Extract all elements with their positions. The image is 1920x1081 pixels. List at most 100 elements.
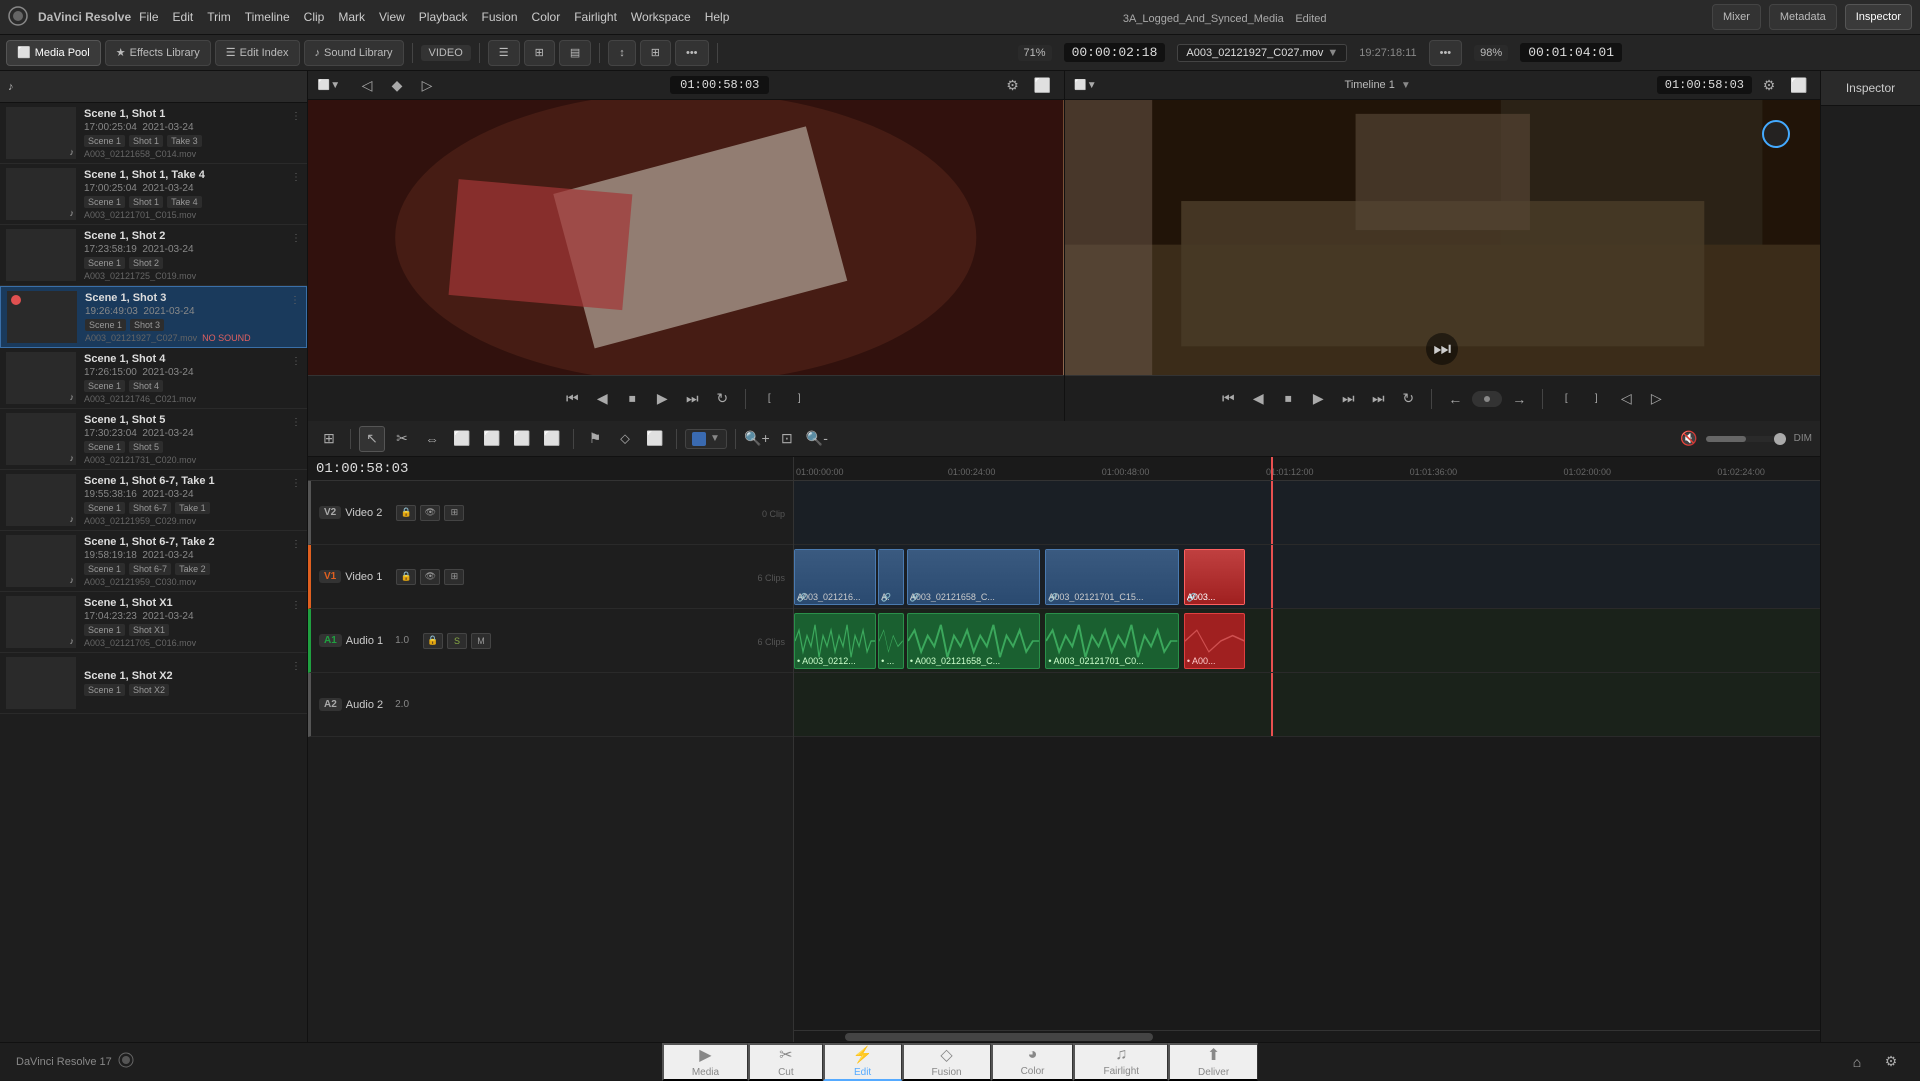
nav-deliver[interactable]: ⬆ Deliver (1168, 1043, 1258, 1081)
filename-dropdown-icon[interactable]: ▼ (1327, 47, 1338, 59)
prog-play[interactable]: ▶ (1305, 386, 1331, 412)
more-btn[interactable]: ••• (675, 40, 709, 66)
view-grid[interactable]: ⊞ (524, 40, 555, 66)
list-item[interactable]: Scene 1, Shot 2 17:23:58:19 2021-03-24 S… (0, 225, 307, 286)
view-list[interactable]: ☰ (488, 40, 520, 66)
source-view-options[interactable]: ⬜▼ (316, 72, 342, 98)
item-more-icon[interactable]: ⋮ (290, 295, 300, 306)
list-item[interactable]: ♪ Scene 1, Shot X1 17:04:23:23 2021-03-2… (0, 592, 307, 653)
audio-clip[interactable]: • A003_02121701_C0... (1045, 613, 1178, 669)
video-clip[interactable]: 🔗 A. (878, 549, 904, 605)
nav-color[interactable]: ◕ Color (991, 1043, 1074, 1081)
source-out-mark[interactable]: ] (786, 386, 812, 412)
nav-fusion[interactable]: ◇ Fusion (902, 1043, 991, 1081)
ripple-tool[interactable]: ⬜ (509, 426, 535, 452)
menu-mark[interactable]: Mark (338, 10, 365, 24)
prog-stop[interactable]: ⏹ (1275, 386, 1301, 412)
menu-color[interactable]: Color (532, 10, 561, 24)
jog-fwd[interactable]: → (1506, 386, 1532, 412)
source-in-mark[interactable]: [ (756, 386, 782, 412)
prog-last-frame[interactable]: ⏭ (1365, 386, 1391, 412)
menu-fusion[interactable]: Fusion (482, 10, 518, 24)
list-item[interactable]: ♪ Scene 1, Shot 6-7, Take 2 19:58:19:18 … (0, 531, 307, 592)
video-clip[interactable]: 🔗 A003_02121658_C... (907, 549, 1040, 605)
sort-btn[interactable]: ↕ (608, 40, 636, 66)
nav-edit[interactable]: ⚡ Edit (823, 1043, 902, 1081)
scroll-thumb[interactable] (845, 1033, 1153, 1041)
source-play[interactable]: ▶ (649, 386, 675, 412)
menu-playback[interactable]: Playback (419, 10, 468, 24)
item-more-icon[interactable]: ⋮ (291, 356, 301, 367)
source-play-reverse[interactable]: ◀ (589, 386, 615, 412)
prog-settings[interactable]: ⚙ (1756, 72, 1782, 98)
source-marker[interactable]: ◆ (384, 72, 410, 98)
next-frame-button[interactable]: ⏭ (1426, 333, 1458, 365)
menu-edit[interactable]: Edit (173, 10, 194, 24)
jog-back[interactable]: ← (1442, 386, 1468, 412)
source-stop[interactable]: ⏹ (619, 386, 645, 412)
track-color-selector[interactable]: ▼ (685, 429, 727, 449)
track-v2-lock[interactable]: 🔒 (396, 505, 416, 521)
timeline-scrollbar[interactable] (794, 1030, 1820, 1042)
source-loop[interactable]: ↻ (709, 386, 735, 412)
list-item[interactable]: Scene 1, Shot X2 Scene 1 Shot X2 ⋮ (0, 653, 307, 714)
nav-fairlight[interactable]: ♫ Fairlight (1073, 1043, 1168, 1081)
prog-next-frame[interactable]: ⏭ (1335, 386, 1361, 412)
insert-tool[interactable]: ⬜ (449, 426, 475, 452)
edit-index-button[interactable]: ☰ Edit Index (215, 40, 300, 66)
item-more-icon[interactable]: ⋮ (291, 417, 301, 428)
timeline-snap[interactable]: ⊞ (316, 426, 342, 452)
track-v2-eye[interactable]: 👁 (420, 505, 440, 521)
item-more-icon[interactable]: ⋮ (291, 600, 301, 611)
zoom-in[interactable]: 🔍+ (744, 426, 770, 452)
audio-mute[interactable]: 🔇 (1676, 426, 1702, 452)
prog-in[interactable]: [ (1553, 386, 1579, 412)
prog-fullscreen[interactable]: ⬜ (1786, 72, 1812, 98)
item-more-icon[interactable]: ⋮ (291, 172, 301, 183)
menu-fairlight[interactable]: Fairlight (574, 10, 617, 24)
prog-first-frame[interactable]: ⏮ (1215, 386, 1241, 412)
jog-dial[interactable] (1472, 391, 1502, 407)
prog-play-reverse[interactable]: ◀ (1245, 386, 1271, 412)
track-a1-solo[interactable]: S (447, 633, 467, 649)
prog-out[interactable]: ] (1583, 386, 1609, 412)
more-tool[interactable]: ⬜ (642, 426, 668, 452)
track-v1-lock[interactable]: 🔒 (396, 569, 416, 585)
item-more-icon[interactable]: ⋮ (291, 233, 301, 244)
effects-library-button[interactable]: ★ Effects Library (105, 40, 211, 66)
menu-timeline[interactable]: Timeline (245, 10, 290, 24)
sound-library-button[interactable]: ♪ Sound Library (304, 40, 404, 66)
menu-clip[interactable]: Clip (304, 10, 325, 24)
go-in[interactable]: ◁ (1613, 386, 1639, 412)
source-out-point[interactable]: ▷ (414, 72, 440, 98)
source-fullscreen[interactable]: ⬜ (1030, 72, 1056, 98)
nav-media[interactable]: ▶ Media (662, 1043, 748, 1081)
audio-clip[interactable]: • A003_02121658_C... (907, 613, 1040, 669)
flag-tool[interactable]: ⚑ (582, 426, 608, 452)
item-more-icon[interactable]: ⋮ (291, 478, 301, 489)
item-more-icon[interactable]: ⋮ (291, 661, 301, 672)
audio-clip[interactable]: • ... (878, 613, 904, 669)
audio-fader[interactable] (1706, 436, 1786, 442)
settings-button[interactable]: ⚙ (1878, 1049, 1904, 1075)
zoom-fit[interactable]: ⊡ (774, 426, 800, 452)
track-v1-eye[interactable]: 👁 (420, 569, 440, 585)
source-in-point[interactable]: ◁ (354, 72, 380, 98)
menu-view[interactable]: View (379, 10, 405, 24)
home-button[interactable]: ⌂ (1844, 1049, 1870, 1075)
media-pool-button[interactable]: ⬜ Media Pool (6, 40, 101, 66)
nav-cut[interactable]: ✂ Cut (748, 1043, 823, 1081)
list-item[interactable]: ♪ Scene 1, Shot 1, Take 4 17:00:25:04 20… (0, 164, 307, 225)
menu-workspace[interactable]: Workspace (631, 10, 691, 24)
source-last-frame[interactable]: ⏭ (679, 386, 705, 412)
metadata-button[interactable]: Metadata (1769, 4, 1837, 30)
select-tool[interactable]: ↖ (359, 426, 385, 452)
view-thumb[interactable]: ▤ (559, 40, 591, 66)
list-item[interactable]: ♪ Scene 1, Shot 4 17:26:15:00 2021-03-24… (0, 348, 307, 409)
list-item[interactable]: ♪ Scene 1, Shot 5 17:30:23:04 2021-03-24… (0, 409, 307, 470)
menu-help[interactable]: Help (705, 10, 730, 24)
inspector-button[interactable]: Inspector (1845, 4, 1912, 30)
prog-view-options[interactable]: ⬜▼ (1073, 72, 1099, 98)
item-more-icon[interactable]: ⋮ (291, 111, 301, 122)
track-v2-opt[interactable]: ⊞ (444, 505, 464, 521)
